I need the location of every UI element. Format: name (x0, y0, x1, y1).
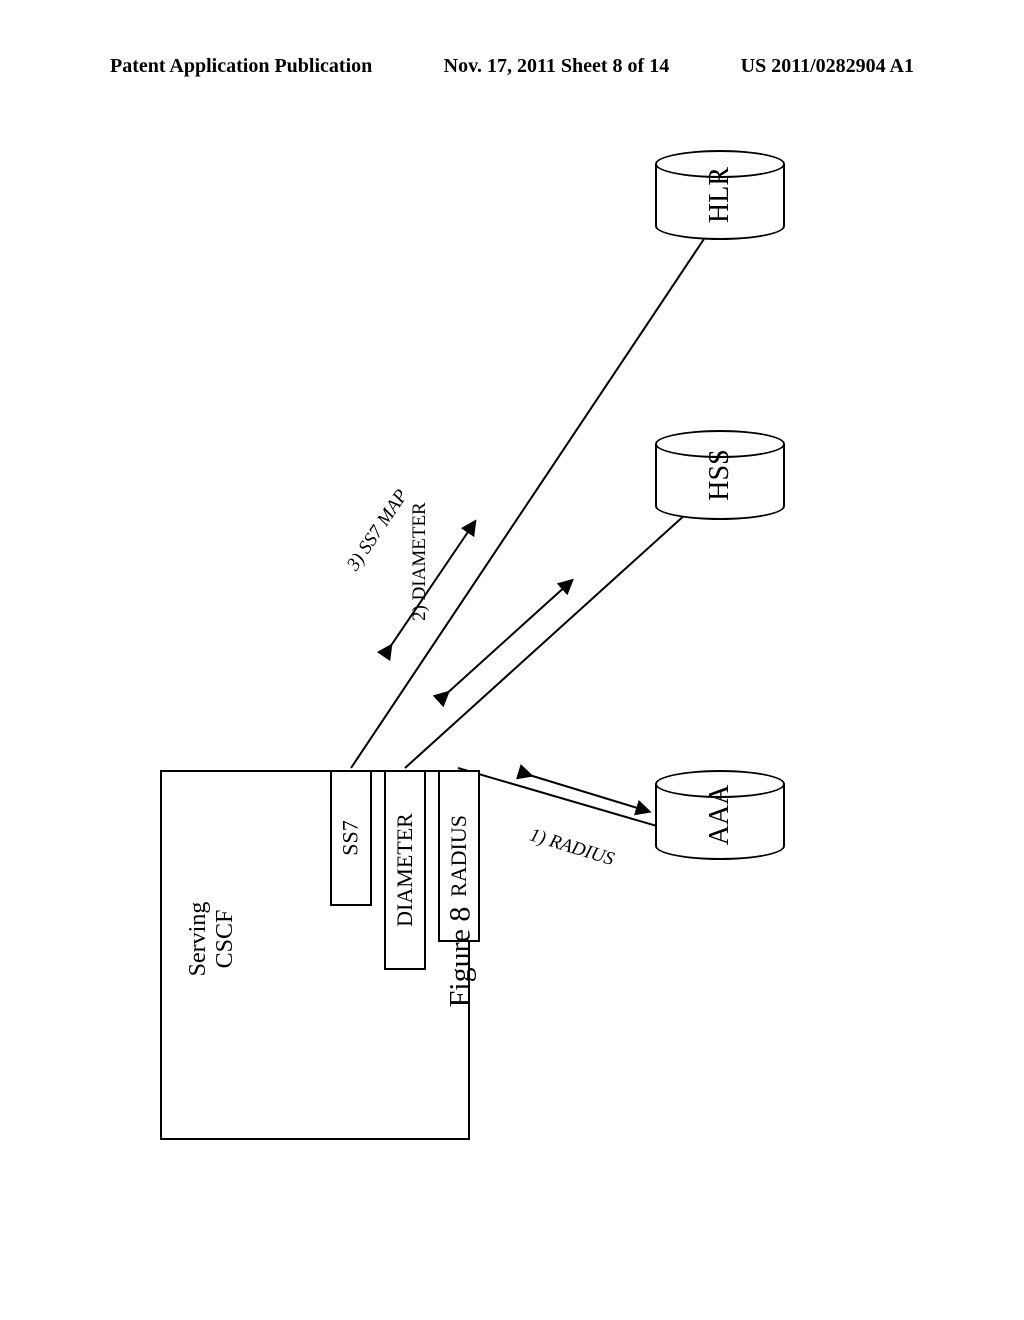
cylinder-hlr: HLR (655, 150, 785, 240)
figure-caption: Figure 8 (443, 907, 477, 1008)
figure-8: 3) SS7 MAP 2) DIAMETER 1) RADIUS Serving… (120, 210, 904, 1230)
header-center: Nov. 17, 2011 Sheet 8 of 14 (444, 55, 670, 78)
serving-cscf-label: Serving CSCF (185, 839, 239, 1039)
cylinder-hss: HSS (655, 430, 785, 520)
stack-diameter: DIAMETER (384, 770, 426, 970)
header-left: Patent Application Publication (110, 55, 372, 78)
cylinder-aaa: AAA (655, 770, 785, 860)
stack-ss7: SS7 (330, 770, 372, 906)
label-diameter: 2) DIAMETER (409, 502, 431, 621)
header-right: US 2011/0282904 A1 (741, 55, 914, 78)
serving-cscf-box: Serving CSCF SS7 DIAMETER RADIUS (160, 770, 470, 1140)
page-header: Patent Application Publication Nov. 17, … (0, 55, 1024, 78)
